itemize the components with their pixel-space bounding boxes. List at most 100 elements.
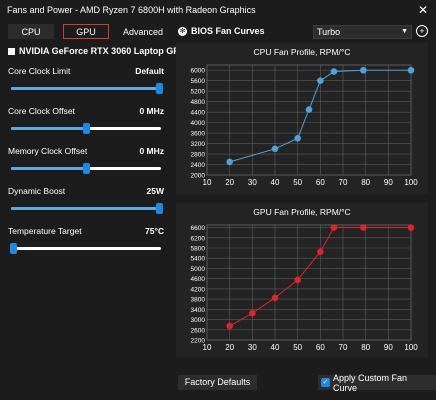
- cpu-fan-chart: CPU Fan Profile, RPM/°C 10 20 30 40 50 60 70 80 9…: [176, 43, 428, 194]
- gpu-name: NVIDIA GeForce RTX 3060 Laptop GPU: [19, 46, 186, 56]
- y-tick-label: 3800: [191, 297, 206, 304]
- setting-slider[interactable]: [11, 163, 161, 174]
- slider-fill: [11, 87, 161, 90]
- fan-icon: ✻: [178, 26, 187, 36]
- data-point: [330, 68, 338, 75]
- data-point: [407, 224, 415, 231]
- setting-label: Temperature Target: [8, 226, 82, 236]
- setting-value: 25W: [146, 186, 164, 196]
- window-title: Fans and Power - AMD Ryzen 7 6800H with …: [7, 5, 256, 15]
- slider-thumb[interactable]: [83, 163, 90, 174]
- slider-thumb[interactable]: [83, 123, 90, 134]
- x-tick-label: 90: [384, 343, 393, 352]
- setting-slider[interactable]: [11, 83, 163, 94]
- y-tick-label: 3000: [191, 317, 206, 324]
- y-tick-label: 6000: [191, 68, 206, 75]
- x-tick-label: 80: [361, 343, 370, 352]
- x-tick-label: 90: [384, 178, 393, 187]
- slider-thumb[interactable]: [156, 203, 163, 214]
- setting-value: 0 MHz: [139, 146, 164, 156]
- chart-title: GPU Fan Profile, RPM/°C: [253, 207, 350, 217]
- data-point: [305, 106, 313, 113]
- gpu-fan-chart: GPU Fan Profile, RPM/°C 10 20 30 40 50 60 70 80 9…: [176, 203, 428, 358]
- setting-value: Default: [135, 66, 164, 76]
- data-point: [294, 276, 301, 284]
- title-bar: Fans and Power - AMD Ryzen 7 6800H with …: [0, 0, 436, 20]
- gpu-header: NVIDIA GeForce RTX 3060 Laptop GPU: [8, 46, 186, 56]
- data-point: [360, 224, 367, 231]
- tab-cpu[interactable]: CPU: [8, 24, 54, 39]
- y-tick-label: 3200: [191, 141, 206, 148]
- y-tick-label: 2000: [191, 173, 206, 180]
- x-tick-label: 20: [225, 343, 234, 352]
- data-point: [294, 135, 301, 142]
- bios-label: BIOS Fan Curves: [191, 26, 265, 36]
- apply-custom-fan-curve-checkbox[interactable]: ✓ Apply Custom Fan Curve: [318, 372, 436, 393]
- data-point: [317, 77, 324, 85]
- x-tick-label: 30: [248, 343, 257, 352]
- add-mode-button[interactable]: +: [416, 25, 428, 37]
- slider-fill: [11, 167, 86, 170]
- setting-label: Core Clock Limit: [8, 66, 71, 76]
- chart-title: CPU Fan Profile, RPM/°C: [254, 47, 351, 57]
- x-tick-label: 50: [293, 343, 302, 352]
- data-point: [407, 66, 415, 74]
- chevron-down-icon: ▼: [401, 28, 408, 35]
- x-tick-label: 50: [293, 178, 302, 187]
- y-tick-label: 2600: [191, 327, 206, 334]
- tab-gpu[interactable]: GPU: [63, 24, 109, 39]
- checkbox-check-icon[interactable]: ✓: [321, 378, 330, 387]
- y-tick-label: 4200: [191, 286, 206, 293]
- plot-area: [206, 64, 412, 176]
- x-tick-label: 70: [339, 178, 348, 187]
- x-tick-label: 60: [316, 343, 325, 352]
- x-tick-label: 100: [404, 178, 418, 187]
- y-tick-label: 4800: [191, 99, 206, 106]
- factory-defaults-button[interactable]: Factory Defaults: [178, 375, 257, 390]
- slider-fill: [11, 127, 86, 130]
- cpu-fan-chart-svg: CPU Fan Profile, RPM/°C10 20 30 40 50 60 70 80 9…: [191, 47, 419, 187]
- x-tick-label: 60: [316, 178, 325, 187]
- y-tick-label: 2200: [191, 338, 206, 345]
- data-point: [226, 322, 233, 330]
- data-point: [317, 248, 324, 256]
- x-tick-label: 80: [361, 178, 370, 187]
- setting-slider[interactable]: [11, 123, 161, 134]
- y-tick-label: 5200: [191, 89, 206, 96]
- y-tick-label: 2400: [191, 162, 206, 169]
- x-tick-label: 100: [404, 343, 418, 352]
- y-tick-label: 3600: [191, 131, 206, 138]
- x-tick-label: 20: [225, 178, 234, 187]
- y-tick-label: 2800: [191, 152, 206, 159]
- data-point: [330, 224, 338, 231]
- setting-slider[interactable]: [11, 203, 163, 214]
- y-tick-label: 5600: [191, 78, 206, 85]
- x-tick-label: 70: [339, 343, 348, 352]
- y-tick-label: 4000: [191, 120, 206, 127]
- nvidia-icon: [8, 47, 15, 55]
- x-tick-label: 40: [271, 178, 280, 187]
- slider-fill: [11, 207, 161, 210]
- x-tick-label: 40: [271, 343, 280, 352]
- setting-slider[interactable]: [10, 243, 161, 254]
- y-tick-label: 5400: [191, 256, 206, 263]
- gpu-fan-chart-svg: GPU Fan Profile, RPM/°C10 20 30 40 50 60 70 80 9…: [191, 207, 419, 352]
- fan-mode-value: Turbo: [317, 27, 341, 37]
- setting-label: Memory Clock Offset: [8, 146, 88, 156]
- fan-mode-select[interactable]: Turbo ▼: [313, 25, 412, 39]
- close-icon[interactable]: ✕: [418, 3, 428, 17]
- data-point: [271, 294, 279, 302]
- setting-value: 75°C: [145, 226, 164, 236]
- data-point: [226, 158, 233, 166]
- slider-thumb[interactable]: [10, 243, 17, 254]
- y-tick-label: 4600: [191, 276, 206, 283]
- apply-custom-label: Apply Custom Fan Curve: [332, 372, 407, 393]
- y-tick-label: 6200: [191, 235, 206, 242]
- y-tick-label: 5000: [191, 266, 206, 273]
- y-tick-label: 3400: [191, 307, 206, 314]
- bios-fan-curves-header: ✻ BIOS Fan Curves: [178, 26, 265, 36]
- tab-advanced[interactable]: Advanced: [119, 24, 167, 39]
- slider-thumb[interactable]: [156, 83, 163, 94]
- y-tick-label: 6600: [191, 225, 206, 232]
- y-tick-label: 4400: [191, 110, 206, 117]
